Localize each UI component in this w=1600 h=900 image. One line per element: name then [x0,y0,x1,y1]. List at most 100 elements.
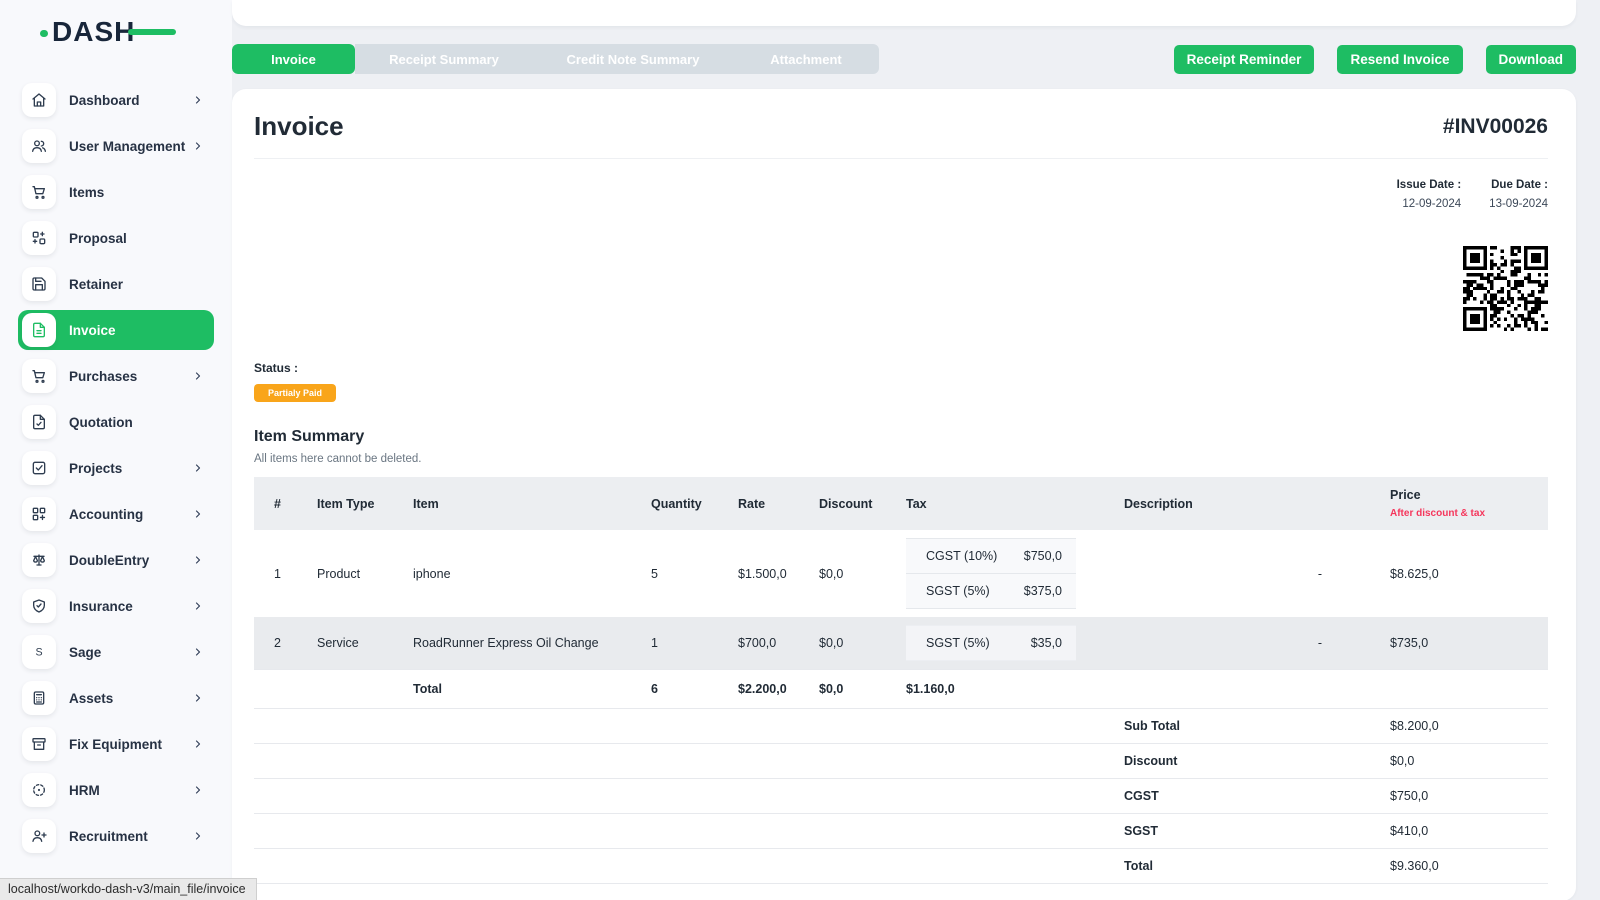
tax-box: SGST (5%)$35,0 [906,625,1076,661]
issue-date-label: Issue Date : [1397,179,1462,191]
items-table: #Item TypeItemQuantityRateDiscountTaxDes… [254,477,1548,884]
sidebar-item-fix-equipment[interactable]: Fix Equipment [18,724,214,764]
item-row-2: 2ServiceRoadRunner Express Oil Change1$7… [254,617,1548,670]
sidebar-item-items[interactable]: Items [18,172,214,212]
sidebar-item-projects[interactable]: Projects [18,448,214,488]
sidebar-item-insurance[interactable]: Insurance [18,586,214,626]
tab-invoice[interactable]: Invoice [232,44,355,74]
receipt-reminder-button[interactable]: Receipt Reminder [1174,45,1315,74]
column-header-description: Description [1116,477,1382,530]
sidebar-item-quotation[interactable]: Quotation [18,402,214,442]
sidebar-item-doubleentry[interactable]: DoubleEntry [18,540,214,580]
tax-name: SGST (5%) [926,584,990,598]
sidebar-item-label: Retainer [69,277,123,292]
sidebar-item-label: Sage [69,645,101,660]
cell-item-type: Service [309,617,405,670]
cell-num: 1 [254,530,309,617]
tax-name: SGST (5%) [926,636,990,650]
invoice-card-header: Invoice #INV00026 [254,111,1548,142]
check-square-icon [22,451,56,485]
summary-label: SGST [1116,814,1382,849]
sidebar-item-label: Dashboard [69,93,140,108]
cell-quantity: 5 [643,530,730,617]
tab-credit-note-summary[interactable]: Credit Note Summary [533,44,733,74]
swap-boxes-icon [22,221,56,255]
sidebar-item-proposal[interactable]: Proposal [18,218,214,258]
summary-row-cgst: CGST$750,0 [254,779,1548,814]
sidebar-item-accounting[interactable]: Accounting [18,494,214,534]
item-row-1: 1Productiphone5$1.500,0$0,0CGST (10%)$75… [254,530,1548,617]
tax-entry: CGST (10%)$750,0 [906,539,1076,573]
cell-num: 2 [254,617,309,670]
chevron-right-icon [192,94,204,106]
download-button[interactable]: Download [1486,45,1577,74]
chevron-right-icon [192,600,204,612]
cell-rate: $700,0 [730,617,811,670]
sidebar-item-recruitment[interactable]: Recruitment [18,816,214,856]
sidebar-nav: Dashboard User Management Items Proposal Ret… [0,80,232,856]
tab-attachment[interactable]: Attachment [733,44,879,74]
column-header-item: Item [405,477,643,530]
invoice-card: Invoice #INV00026 Issue Date : 12-09-202… [232,89,1576,900]
price-header-label: Price [1390,488,1540,502]
letter-s-icon: S [22,635,56,669]
status-bar-url: localhost/workdo-dash-v3/main_file/invoi… [0,878,257,900]
column-header-price: PriceAfter discount & tax [1382,477,1548,530]
sidebar-item-label: Proposal [69,231,127,246]
invoice-number: #INV00026 [1443,115,1548,139]
chevron-right-icon [192,462,204,474]
tab-group: InvoiceReceipt SummaryCredit Note Summar… [232,44,879,74]
column-header--: # [254,477,309,530]
sidebar-item-purchases[interactable]: Purchases [18,356,214,396]
sidebar-item-sage[interactable]: S Sage [18,632,214,672]
sidebar-item-retainer[interactable]: Retainer [18,264,214,304]
qr-code-icon [1463,246,1548,331]
cart-icon [22,175,56,209]
invoice-dates: Issue Date : 12-09-2024 Due Date : 13-09… [254,179,1548,210]
sidebar-item-label: Purchases [69,369,137,384]
chevron-right-icon [192,370,204,382]
cart-icon [22,359,56,393]
cell-discount: $0,0 [811,617,898,670]
status-block: Status : Partialy Paid [254,361,1548,402]
sidebar-item-label: Quotation [69,415,133,430]
brand-logo[interactable]: DASH [52,16,162,50]
qr-wrapper [254,246,1548,331]
summary-label: Sub Total [1116,709,1382,744]
tab-receipt-summary[interactable]: Receipt Summary [355,44,533,74]
tax-value: $375,0 [1024,584,1062,598]
main-area: InvoiceReceipt SummaryCredit Note Summar… [232,0,1600,900]
tax-box: CGST (10%)$750,0 SGST (5%) $375,0 [906,538,1076,609]
chevron-right-icon [192,830,204,842]
summary-value: $0,0 [1382,744,1548,779]
total-quantity: 6 [643,670,730,709]
summary-value: $750,0 [1382,779,1548,814]
due-date-value: 13-09-2024 [1489,198,1548,210]
sidebar-item-label: Invoice [69,323,116,338]
column-header-rate: Rate [730,477,811,530]
sidebar-item-hrm[interactable]: HRM [18,770,214,810]
sidebar-item-label: Items [69,185,104,200]
issue-date-value: 12-09-2024 [1397,198,1462,210]
cell-tax: CGST (10%)$750,0 SGST (5%) $375,0 [898,530,1116,617]
items-table-body: 1Productiphone5$1.500,0$0,0CGST (10%)$75… [254,530,1548,884]
summary-label: Discount [1116,744,1382,779]
chevron-right-icon [192,140,204,152]
resend-invoice-button[interactable]: Resend Invoice [1337,45,1462,74]
total-label: Total [405,670,643,709]
previous-card-edge [232,0,1576,26]
file-check-icon [22,405,56,439]
sidebar-item-label: User Management [69,139,185,154]
cell-item: RoadRunner Express Oil Change [405,617,643,670]
shield-check-icon [22,589,56,623]
tax-name: CGST (10%) [926,549,997,563]
sidebar-item-label: Recruitment [69,829,148,844]
total-tax: $1.160,0 [898,670,1116,709]
header-divider [254,158,1548,159]
sidebar-item-user-management[interactable]: User Management [18,126,214,166]
column-header-quantity: Quantity [643,477,730,530]
summary-row-discount: Discount$0,0 [254,744,1548,779]
sidebar-item-invoice[interactable]: Invoice [18,310,214,350]
sidebar-item-dashboard[interactable]: Dashboard [18,80,214,120]
sidebar-item-assets[interactable]: Assets [18,678,214,718]
